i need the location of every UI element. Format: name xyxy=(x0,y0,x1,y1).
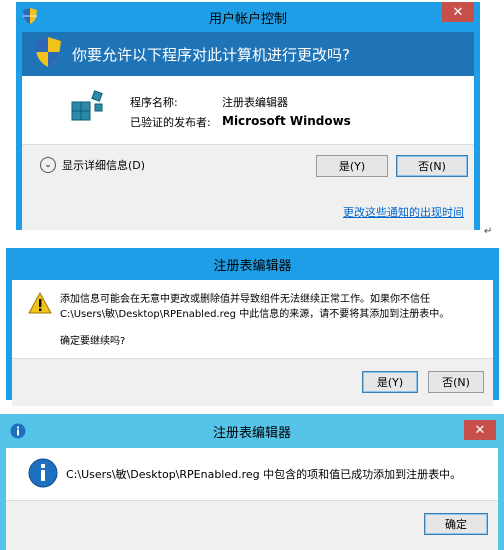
show-details-label: 显示详细信息(D) xyxy=(62,159,146,172)
success-message: C:\Users\敏\Desktop\RPEnabled.reg 中包含的项和值… xyxy=(66,468,462,481)
uac-body: 程序名称: 注册表编辑器 已验证的发布者: Microsoft Windows xyxy=(22,76,474,144)
uac-shield-icon xyxy=(34,36,62,72)
enter-mark: ↵ xyxy=(484,226,493,237)
success-body: C:\Users\敏\Desktop\RPEnabled.reg 中包含的项和值… xyxy=(6,448,498,500)
confirm-message-line1: 添加信息可能会在无意中更改或删除值并导致组件无法继续正常工作。如果你不信任 xyxy=(60,294,430,305)
confirm-title: 注册表编辑器 xyxy=(213,258,292,274)
program-name-value: 注册表编辑器 xyxy=(222,96,288,109)
info-icon xyxy=(28,458,58,491)
warning-icon xyxy=(28,291,52,317)
uac-question-banner: 你要允许以下程序对此计算机进行更改吗? xyxy=(22,32,474,76)
success-dialog: 注册表编辑器 ✕ C:\Users\敏\Desktop\RPEnabled.re… xyxy=(0,414,504,550)
program-name-row: 程序名称: 注册表编辑器 xyxy=(130,94,288,110)
show-details-toggle[interactable]: ⌄ 显示详细信息(D) xyxy=(40,157,145,173)
chevron-down-icon: ⌄ xyxy=(40,157,56,173)
change-notification-link[interactable]: 更改这些通知的出现时间 xyxy=(343,204,464,220)
confirm-no-button[interactable]: 否(N) xyxy=(428,371,484,393)
info-small-icon xyxy=(10,423,26,443)
confirm-message: 添加信息可能会在无意中更改或删除值并导致组件无法继续正常工作。如果你不信任 C:… xyxy=(60,292,490,322)
ok-button[interactable]: 确定 xyxy=(424,513,488,535)
confirm-footer: 是(Y) 否(N) xyxy=(12,358,493,406)
program-name-label: 程序名称: xyxy=(130,96,178,109)
uac-dialog: 用户帐户控制 ✕ 你要允许以下程序对此计算机进行更改吗? 程序名称: 注册表编辑… xyxy=(16,2,480,230)
success-footer: 确定 xyxy=(6,500,498,550)
confirm-message-line2: C:\Users\敏\Desktop\RPEnabled.reg 中此信息的来源… xyxy=(60,309,450,320)
uac-titlebar: 用户帐户控制 ✕ xyxy=(16,2,480,32)
publisher-row: 已验证的发布者: Microsoft Windows xyxy=(130,114,351,130)
success-title: 注册表编辑器 xyxy=(212,425,291,441)
shield-icon xyxy=(22,7,38,29)
no-button[interactable]: 否(N) xyxy=(396,155,468,177)
uac-question: 你要允许以下程序对此计算机进行更改吗? xyxy=(72,45,350,64)
publisher-label: 已验证的发布者: xyxy=(130,116,211,129)
confirm-question: 确定要继续吗? xyxy=(60,336,126,347)
uac-footer: ⌄ 显示详细信息(D) 是(Y) 否(N) 更改这些通知的出现时间 xyxy=(22,144,474,230)
confirm-body: 添加信息可能会在无意中更改或删除值并导致组件无法继续正常工作。如果你不信任 C:… xyxy=(12,280,493,358)
uac-title: 用户帐户控制 xyxy=(208,11,287,27)
close-button[interactable]: ✕ xyxy=(442,2,474,22)
success-titlebar: 注册表编辑器 ✕ xyxy=(0,414,504,448)
confirm-titlebar: 注册表编辑器 xyxy=(6,248,499,280)
confirm-yes-button[interactable]: 是(Y) xyxy=(362,371,418,393)
confirm-dialog: 注册表编辑器 添加信息可能会在无意中更改或删除值并导致组件无法继续正常工作。如果… xyxy=(6,248,499,406)
success-close-button[interactable]: ✕ xyxy=(464,420,496,440)
registry-editor-icon xyxy=(68,90,108,129)
publisher-value: Microsoft Windows xyxy=(222,114,351,128)
yes-button[interactable]: 是(Y) xyxy=(316,155,388,177)
